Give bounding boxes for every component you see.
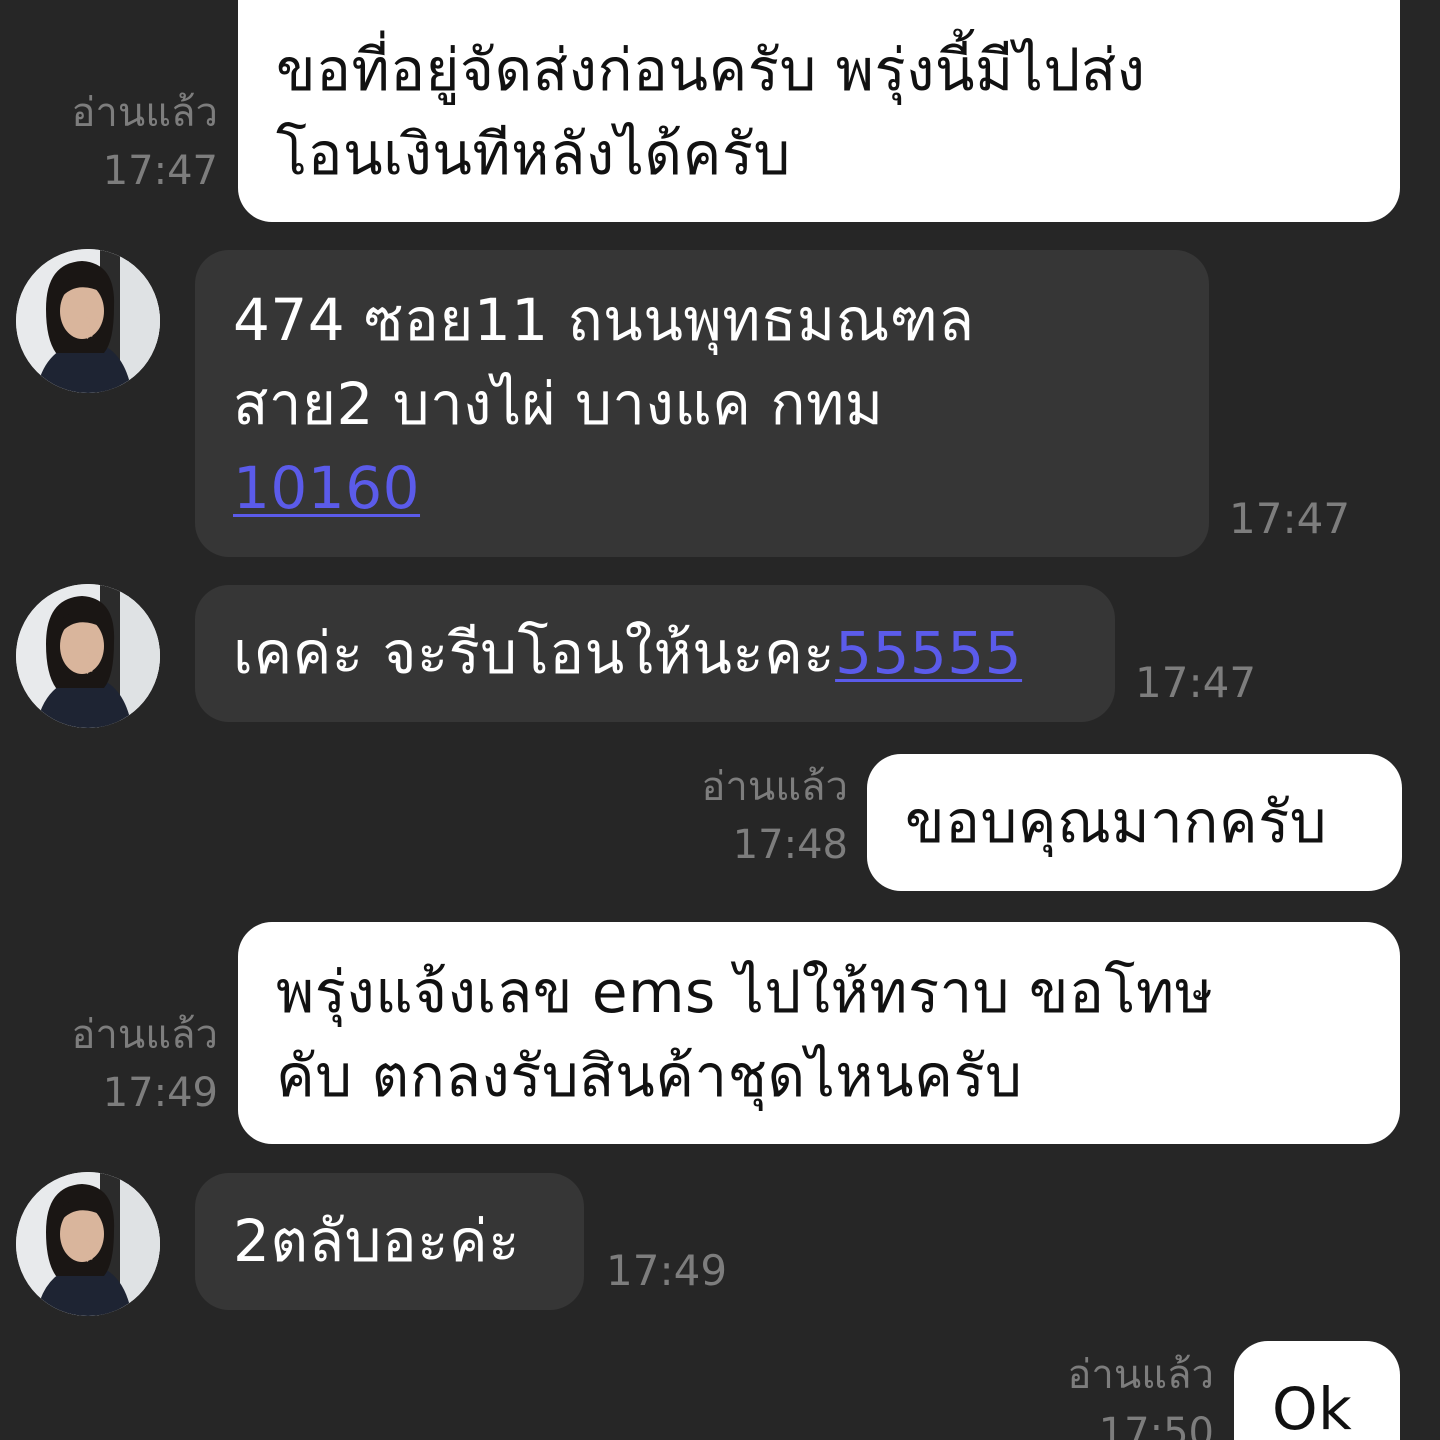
message-text-line: โอนเงินทีหลังได้ครับ — [276, 120, 791, 188]
contact-avatar[interactable] — [16, 1172, 160, 1316]
message-text-line: 474 ซอย11 ถนนพุทธมณฑล — [233, 286, 975, 354]
message-text-line: พรุ่งแจ้งเลข ems ไปให้ทราบ ขอโทษ — [276, 958, 1214, 1026]
outgoing-message-bubble[interactable]: ขอบคุณมากครับ — [867, 754, 1402, 891]
message-time: 17:49 — [606, 1246, 728, 1295]
user-avatar-icon — [16, 1172, 160, 1316]
message-text: 2ตลับอะค่ะ — [233, 1207, 520, 1275]
chat-message-list[interactable]: อ่านแล้ว 17:47 ขอที่อยู่จัดส่งก่อนครับ พ… — [0, 0, 1440, 1440]
contact-avatar[interactable] — [16, 249, 160, 393]
outgoing-message-bubble[interactable]: พรุ่งแจ้งเลข ems ไปให้ทราบ ขอโทษ คับ ตกล… — [238, 922, 1400, 1144]
message-text-line: ขอที่อยู่จัดส่งก่อนครับ พรุ่งนี้มีไปส่ง — [276, 36, 1146, 104]
message-time: 17:49 — [102, 1070, 218, 1116]
message-text: Ok — [1272, 1375, 1353, 1440]
message-text: เคค่ะ จะรีบโอนให้นะคะ — [233, 619, 836, 687]
read-label: อ่านแล้ว — [701, 764, 848, 810]
read-receipt: อ่านแล้ว 17:47 — [20, 84, 218, 200]
read-receipt: อ่านแล้ว 17:48 — [650, 758, 848, 874]
number-link[interactable]: 55555 — [835, 619, 1022, 687]
outgoing-message-bubble[interactable]: Ok — [1234, 1341, 1400, 1440]
read-label: อ่านแล้ว — [71, 1012, 218, 1058]
message-time: 17:50 — [1098, 1410, 1214, 1440]
read-label: อ่านแล้ว — [71, 90, 218, 136]
user-avatar-icon — [16, 249, 160, 393]
read-receipt: อ่านแล้ว 17:49 — [20, 1006, 218, 1122]
postal-code-link[interactable]: 10160 — [233, 454, 420, 522]
incoming-message-bubble[interactable]: เคค่ะ จะรีบโอนให้นะคะ55555 — [195, 585, 1115, 722]
message-text-line: คับ ตกลงรับสินค้าชุดไหนครับ — [276, 1042, 1023, 1110]
message-time: 17:47 — [1135, 658, 1257, 707]
incoming-message-bubble[interactable]: 2ตลับอะค่ะ — [195, 1173, 584, 1310]
message-time: 17:47 — [1229, 494, 1351, 543]
outgoing-message-bubble[interactable]: ขอที่อยู่จัดส่งก่อนครับ พรุ่งนี้มีไปส่ง … — [238, 0, 1400, 222]
user-avatar-icon — [16, 584, 160, 728]
message-text: ขอบคุณมากครับ — [905, 788, 1328, 856]
message-time: 17:48 — [732, 822, 848, 868]
read-receipt: อ่านแล้ว 17:50 — [1016, 1346, 1214, 1440]
contact-avatar[interactable] — [16, 584, 160, 728]
message-text-line: สาย2 บางไผ่ บางแค กทม — [233, 370, 884, 438]
message-time: 17:47 — [102, 148, 218, 194]
incoming-message-bubble[interactable]: 474 ซอย11 ถนนพุทธมณฑล สาย2 บางไผ่ บางแค … — [195, 250, 1209, 557]
read-label: อ่านแล้ว — [1067, 1352, 1214, 1398]
